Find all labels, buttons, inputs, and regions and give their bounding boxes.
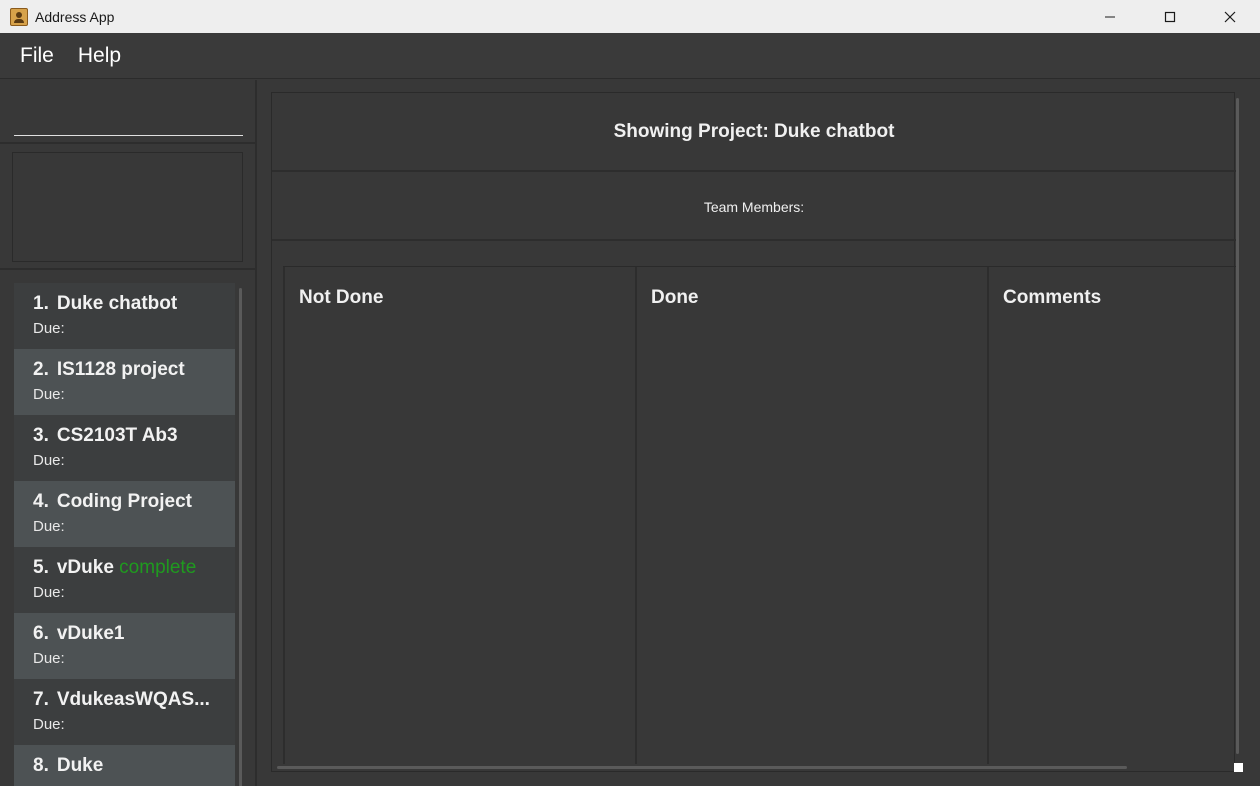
project-list-scrollbar[interactable] (239, 288, 242, 786)
maximize-button[interactable] (1140, 0, 1200, 33)
menu-bar: File Help (0, 33, 1260, 79)
project-list-item[interactable]: 4. Coding Project Due: (14, 481, 235, 547)
window-controls (1080, 0, 1260, 33)
item-name: IS1128 project (56, 359, 185, 380)
left-pane: 1. Duke chatbot Due: 2. IS1128 project Due… (0, 80, 257, 786)
item-name: vDuke (56, 557, 114, 578)
project-list-item[interactable]: 6. vDuke1 Due: (14, 613, 235, 679)
item-name: Duke (56, 755, 104, 776)
right-pane: Showing Project: Duke chatbot Team Membe… (259, 80, 1260, 786)
item-due: Due: (33, 650, 65, 667)
project-title: Showing Project: Duke chatbot (272, 93, 1236, 172)
address-book-icon (10, 7, 28, 26)
project-list: 1. Duke chatbot Due: 2. IS1128 project Due… (14, 283, 235, 786)
item-due: Due: (33, 452, 65, 469)
command-box (0, 80, 257, 144)
minimize-button[interactable] (1080, 0, 1140, 33)
project-list-item[interactable]: 8. Duke (14, 745, 235, 786)
column-header: Comments (1003, 287, 1102, 308)
item-index: 6. (33, 623, 49, 644)
item-due: Due: (33, 584, 65, 601)
item-name: CS2103T Ab3 (56, 425, 178, 446)
item-due: Due: (33, 716, 65, 733)
menu-file[interactable]: File (20, 44, 54, 68)
menu-help[interactable]: Help (78, 44, 121, 68)
item-index: 3. (33, 425, 49, 446)
column-not-done: Not Done (283, 267, 635, 764)
project-list-item[interactable]: 3. CS2103T Ab3 Due: (14, 415, 235, 481)
item-index: 2. (33, 359, 49, 380)
column-header: Done (651, 287, 699, 308)
window-title: Address App (35, 8, 115, 25)
item-due: Due: (33, 386, 65, 403)
item-name: vDuke1 (56, 623, 125, 644)
item-index: 1. (33, 293, 49, 314)
status-badge: complete (119, 557, 197, 578)
resize-grip-icon[interactable] (1234, 763, 1243, 772)
column-header: Not Done (299, 287, 384, 308)
team-members-label: Team Members: (272, 174, 1236, 241)
column-comments: Comments (987, 267, 1236, 764)
title-bar: Address App (0, 0, 1260, 33)
close-button[interactable] (1200, 0, 1260, 33)
item-index: 5. (33, 557, 49, 578)
horizontal-scrollbar[interactable] (277, 766, 1127, 769)
item-name: Coding Project (56, 491, 192, 512)
divider (0, 268, 257, 270)
item-due: Due: (33, 518, 65, 535)
project-list-item[interactable]: 7. VdukeasWQAS... Due: (14, 679, 235, 745)
command-input[interactable] (14, 102, 243, 136)
item-index: 4. (33, 491, 49, 512)
vertical-scrollbar[interactable] (1236, 98, 1239, 754)
item-index: 7. (33, 689, 49, 710)
close-icon (1224, 11, 1236, 22)
item-name: Duke chatbot (56, 293, 178, 314)
item-name: VdukeasWQAS... (56, 689, 210, 710)
item-due: Due: (33, 320, 65, 337)
project-list-item[interactable]: 2. IS1128 project Due: (14, 349, 235, 415)
task-columns: Not Done Done Comments (283, 266, 1236, 764)
minimize-icon (1105, 16, 1115, 17)
project-detail-panel: Showing Project: Duke chatbot Team Membe… (271, 92, 1236, 772)
item-index: 8. (33, 755, 49, 776)
column-done: Done (635, 267, 987, 764)
project-list-item[interactable]: 1. Duke chatbot Due: (14, 283, 235, 349)
project-list-item[interactable]: 5. vDuke complete Due: (14, 547, 235, 613)
result-display (12, 152, 243, 262)
maximize-icon (1164, 11, 1176, 22)
